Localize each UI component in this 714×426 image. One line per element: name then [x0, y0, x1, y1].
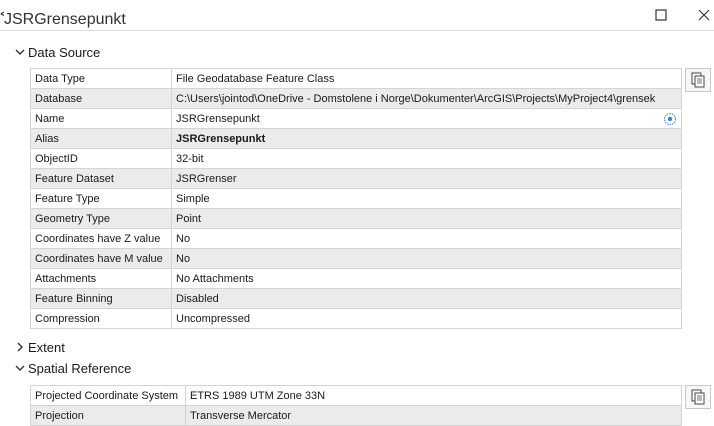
table-row-geometry-type: Geometry Type Point — [30, 208, 682, 229]
close-button[interactable] — [692, 3, 714, 27]
property-value-text: C:\Users\jointod\OneDrive - Domstolene i… — [176, 92, 656, 105]
property-value: ETRS 1989 UTM Zone 33N — [185, 385, 682, 406]
table-row-attachments: Attachments No Attachments — [30, 268, 682, 289]
property-value[interactable]: JSRGrensepunkt — [171, 108, 682, 129]
property-label: Name — [30, 108, 172, 129]
property-label: Feature Dataset — [30, 168, 172, 189]
property-value-text: ETRS 1989 UTM Zone 33N — [190, 389, 326, 402]
property-value: Transverse Mercator — [185, 405, 682, 426]
section-label-data-source: Data Source — [28, 44, 101, 60]
chevron-down-icon — [15, 49, 25, 55]
table-row-compression: Compression Uncompressed — [30, 308, 682, 329]
table-row-feature-binning: Feature Binning Disabled — [30, 288, 682, 309]
property-value: JSRGrenser — [171, 168, 682, 189]
property-label: ObjectID — [30, 148, 172, 169]
copy-icon — [691, 72, 705, 88]
property-label: Projection — [30, 405, 186, 426]
table-row-projection: Projection Transverse Mercator — [30, 405, 682, 426]
section-label-extent: Extent — [28, 339, 65, 355]
property-value-text: File Geodatabase Feature Class — [176, 72, 335, 85]
property-value-text: Uncompressed — [176, 312, 250, 325]
table-row-feature-dataset: Feature Dataset JSRGrenser — [30, 168, 682, 189]
property-label: Coordinates have Z value — [30, 228, 172, 249]
data-source-copy-button[interactable] — [685, 68, 711, 92]
spatial-reference-table: Projected Coordinate System ETRS 1989 UTM… — [30, 385, 682, 426]
property-value: No — [171, 228, 682, 249]
chevron-right-icon — [17, 342, 23, 352]
property-value: Simple — [171, 188, 682, 209]
property-label: Database — [30, 88, 172, 109]
property-value-text: Disabled — [176, 292, 219, 305]
table-row-name: Name JSRGrensepunkt — [30, 108, 682, 129]
property-label: Projected Coordinate System — [30, 385, 186, 406]
property-value-text: Transverse Mercator — [190, 409, 292, 422]
title-text: JSRGrensepunkt — [4, 11, 126, 28]
property-value: JSRGrensepunkt — [171, 128, 682, 149]
data-source-table: Data Type File Geodatabase Feature Class D… — [30, 68, 682, 329]
property-value-text: JSRGrensepunkt — [176, 132, 266, 145]
property-value-text: Point — [176, 212, 202, 225]
property-value-text: No Attachments — [176, 272, 254, 285]
table-row-alias: Alias JSRGrensepunkt — [30, 128, 682, 149]
property-value: No — [171, 248, 682, 269]
property-label: Alias — [30, 128, 172, 149]
property-value: No Attachments — [171, 268, 682, 289]
property-label: Geometry Type — [30, 208, 172, 229]
info-icon[interactable] — [663, 112, 677, 126]
property-value: Point — [171, 208, 682, 229]
property-value: Uncompressed — [171, 308, 682, 329]
maximize-icon — [655, 9, 667, 21]
property-value-text: JSRGrensepunkt — [176, 112, 260, 125]
section-header-spatial-reference[interactable]: Spatial Reference — [14, 359, 131, 377]
table-row-coordinates-have-z-value: Coordinates have Z value No — [30, 228, 682, 249]
table-row-database: Database C:\Users\jointod\OneDrive - Doms… — [30, 88, 682, 109]
property-label: Attachments — [30, 268, 172, 289]
property-label: Data Type — [30, 68, 172, 89]
property-value-text: No — [176, 252, 191, 265]
property-label: Feature Binning — [30, 288, 172, 309]
section-label-spatial-reference: Spatial Reference — [28, 360, 132, 376]
close-icon — [698, 9, 710, 21]
table-row-objectid: ObjectID 32-bit — [30, 148, 682, 169]
title-bar: <JSRGrensepunkt — [0, 0, 714, 31]
property-label: Feature Type — [30, 188, 172, 209]
table-row-projected-coordinate-system: Projected Coordinate System ETRS 1989 UTM… — [30, 385, 682, 406]
property-value: 32-bit — [171, 148, 682, 169]
table-row-feature-type: Feature Type Simple — [30, 188, 682, 209]
property-value-text: Simple — [176, 192, 210, 205]
property-value: Disabled — [171, 288, 682, 309]
section-header-extent[interactable]: Extent — [14, 338, 65, 356]
property-value-text: No — [176, 232, 191, 245]
property-value: C:\Users\jointod\OneDrive - Domstolene i… — [171, 88, 682, 109]
property-label: Compression — [30, 308, 172, 329]
spatial-reference-copy-button[interactable] — [685, 385, 711, 409]
property-value-text: JSRGrenser — [176, 172, 237, 185]
chevron-down-icon — [15, 365, 25, 371]
property-value-text: 32-bit — [176, 152, 204, 165]
property-value: File Geodatabase Feature Class — [171, 68, 682, 89]
table-row-coordinates-have-m-value: Coordinates have M value No — [30, 248, 682, 269]
copy-icon — [691, 389, 705, 405]
maximize-button[interactable] — [649, 3, 673, 27]
section-header-data-source[interactable]: Data Source — [14, 43, 100, 61]
property-label: Coordinates have M value — [30, 248, 172, 269]
table-row-data-type: Data Type File Geodatabase Feature Class — [30, 68, 682, 89]
window-title: <JSRGrensepunkt — [0, 6, 126, 29]
